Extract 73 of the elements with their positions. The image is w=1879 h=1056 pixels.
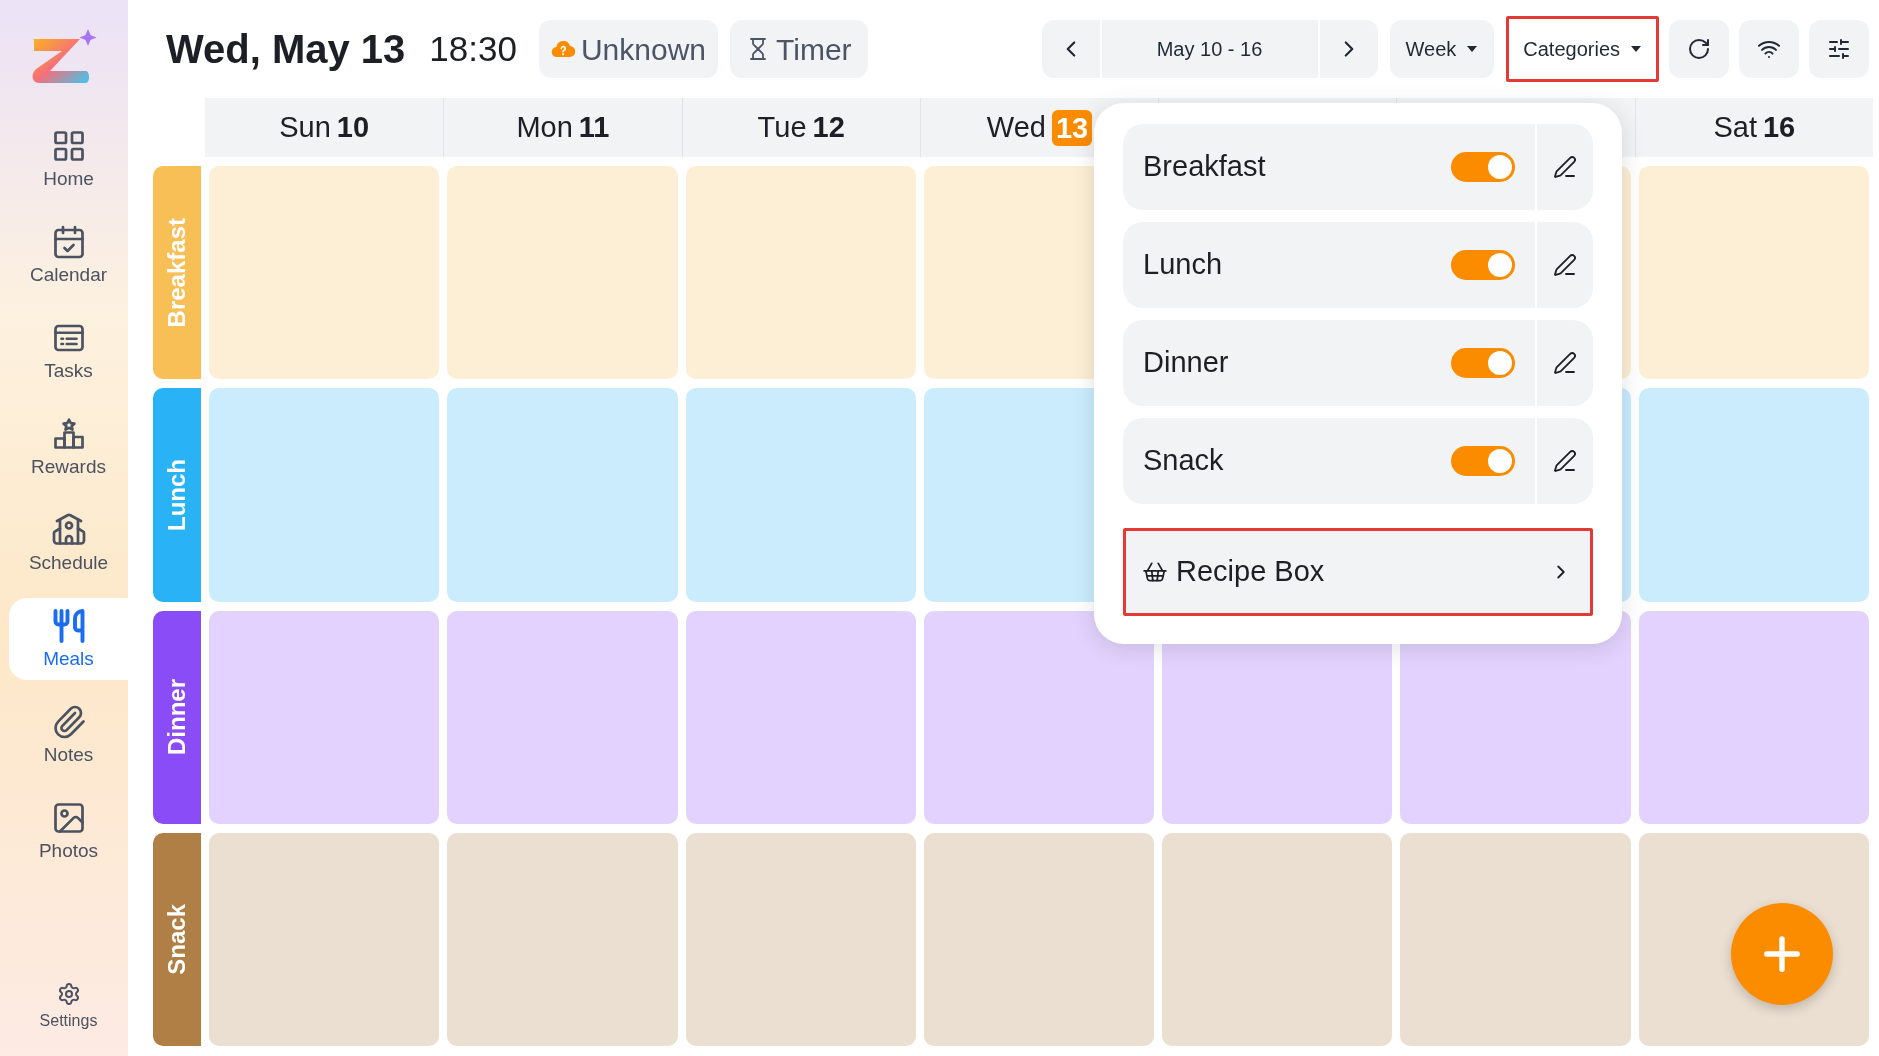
meal-cell[interactable] [1400,832,1631,1046]
day-number: 10 [336,109,370,145]
meal-cell[interactable] [447,388,678,602]
meal-cell[interactable] [447,832,678,1046]
weather-button[interactable]: Unknown [538,20,719,78]
day-name: Tue [757,109,807,145]
meal-label: Dinner [162,679,191,756]
meal-cell[interactable] [209,610,440,824]
category-name: Lunch [1142,247,1223,283]
day-number: 11 [578,109,610,145]
meal-cell[interactable] [209,388,440,602]
nav-item[interactable]: Photos [9,790,128,872]
meal-cell[interactable] [923,610,1155,824]
meal-cell[interactable] [209,166,440,380]
pencil-icon [1553,155,1577,179]
current-date: Wed, May 13 [166,26,406,73]
refresh-button[interactable] [1669,20,1729,78]
day-name: Mon [516,109,573,145]
meal-cell[interactable] [923,832,1155,1046]
nav-item[interactable]: Notes [9,694,128,776]
meal-cell[interactable] [1638,610,1869,824]
day-name: Sat [1713,109,1757,145]
meal-label: Snack [162,904,191,975]
settings-sliders-icon [1827,37,1851,61]
category-toggle[interactable] [1451,446,1515,476]
school-icon [50,512,87,548]
meal-cell[interactable] [1638,388,1869,602]
pencil-icon [1553,449,1577,473]
meal-label: Lunch [162,458,191,531]
nav-item[interactable]: Tasks [9,310,128,392]
meal-cell[interactable] [685,610,916,824]
pencil-icon [1553,253,1577,277]
current-time: 18:30 [429,27,517,70]
day-number: 12 [812,109,845,145]
timer-button[interactable]: Timer [730,20,868,78]
category-name: Dinner [1142,345,1230,381]
filters-button[interactable] [1809,20,1869,78]
nav-item[interactable]: Home [9,118,128,200]
caret-icon [1466,45,1479,53]
caret-icon [1630,45,1642,53]
nav-item[interactable]: Meals [9,598,128,680]
meal-cell[interactable] [685,832,916,1046]
categories-dropdown[interactable]: Categories [1506,16,1659,82]
refresh-icon [1687,37,1711,61]
meal-cell[interactable] [1638,166,1869,380]
meal-cell[interactable] [685,388,916,602]
cloud-question-icon [550,39,575,59]
category-toggle[interactable] [1451,152,1515,182]
nav-item[interactable]: Rewards [9,406,128,488]
meal-cell[interactable] [447,610,678,824]
date-range: May 10 - 16 [1155,37,1264,62]
pencil-icon [1553,351,1577,375]
day-number: 16 [1763,109,1796,145]
settings-nav-item[interactable]: Settings [9,966,128,1046]
category-name: Breakfast [1142,149,1267,185]
category-toggle[interactable] [1451,250,1515,280]
meal-cell[interactable] [209,832,440,1046]
day-name: Sun [279,109,331,145]
nav-item[interactable]: Calendar [9,214,128,296]
day-number: 13 [1051,109,1093,146]
meal-cell[interactable] [685,166,916,380]
day-name: Wed [986,109,1046,145]
meal-label: Breakfast [162,217,191,328]
category-toggle[interactable] [1451,348,1515,378]
nav-item[interactable]: Schedule [9,502,128,584]
view-dropdown[interactable]: Week [1389,20,1495,78]
category-name: Snack [1142,443,1225,479]
wifi-button[interactable] [1739,20,1799,78]
meal-cell[interactable] [447,166,678,380]
recipe-box-button[interactable]: Recipe Box [1123,528,1593,616]
basket-icon [1142,559,1168,585]
settings-icon [56,982,81,1006]
meal-cell[interactable] [1162,832,1393,1046]
